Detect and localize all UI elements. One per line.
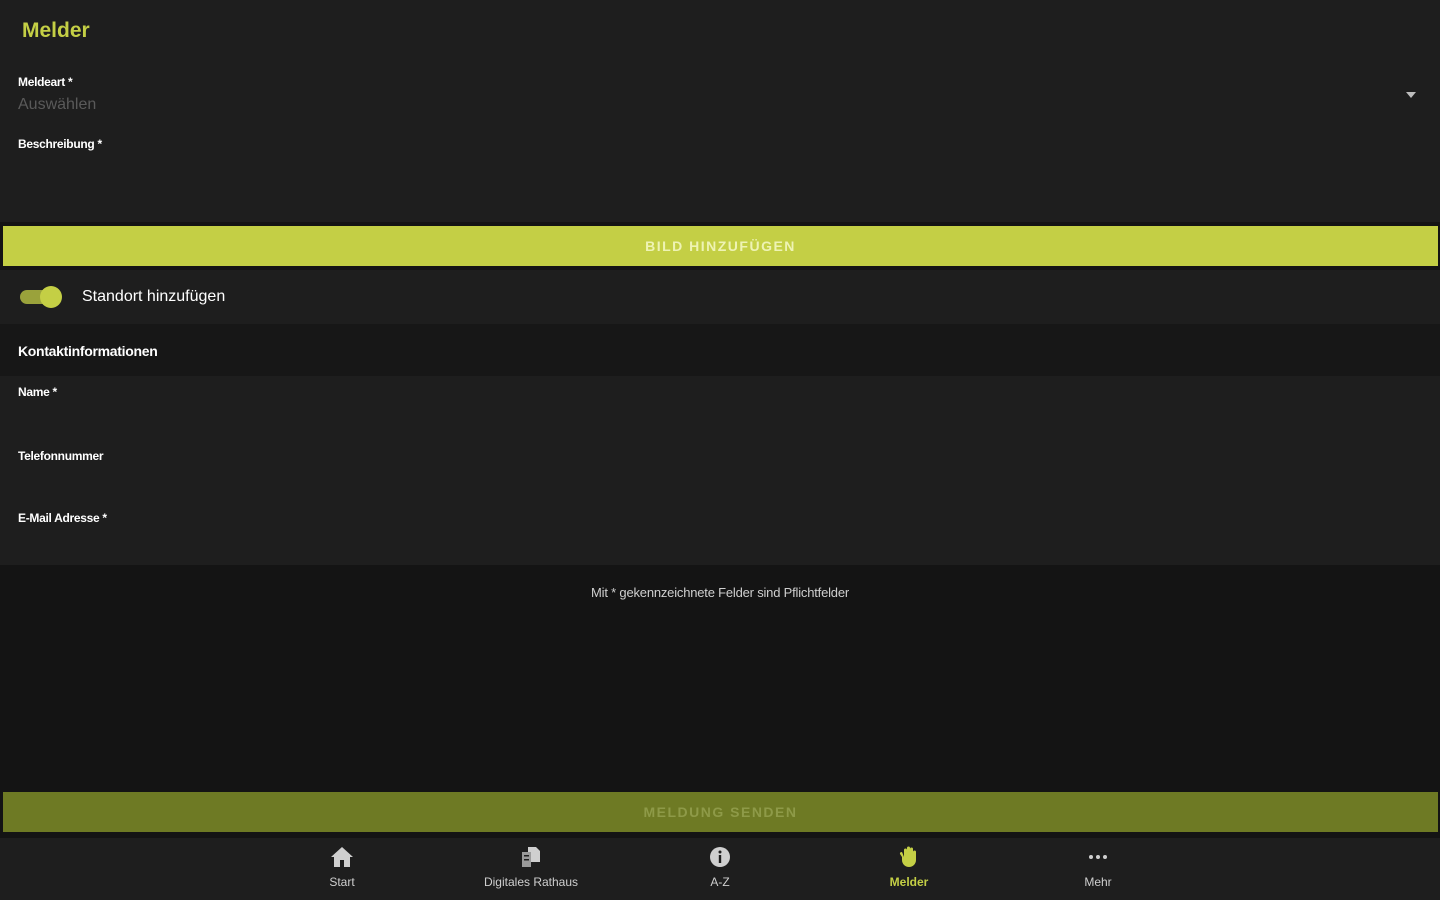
phone-label: Telefonnummer: [18, 449, 104, 463]
meldeart-label: Meldeart *: [18, 75, 73, 89]
email-field[interactable]: [18, 528, 1418, 560]
nav-label-melder: Melder: [889, 875, 929, 889]
page-title: Melder: [22, 19, 90, 42]
toggle-knob: [40, 286, 62, 308]
home-icon: [330, 845, 354, 869]
name-field[interactable]: [18, 402, 1418, 438]
info-icon: [708, 845, 732, 869]
name-label: Name *: [18, 385, 57, 399]
nav-label-a-z: A-Z: [710, 875, 730, 889]
send-report-button[interactable]: MELDUNG SENDEN: [3, 792, 1438, 832]
nav-item-mehr[interactable]: Mehr: [1028, 845, 1168, 895]
location-toggle[interactable]: [20, 286, 62, 308]
nav-item-a-z[interactable]: A-Z: [650, 845, 790, 895]
location-toggle-label: Standort hinzufügen: [82, 288, 226, 305]
required-fields-note: Mit * gekennzeichnete Felder sind Pflich…: [591, 585, 849, 600]
email-label: E-Mail Adresse *: [18, 511, 107, 525]
nav-item-digitales-rathaus[interactable]: Digitales Rathaus: [461, 845, 601, 895]
contact-section-header: [0, 324, 1440, 376]
beschreibung-label: Beschreibung *: [18, 137, 102, 151]
chevron-down-icon[interactable]: [1406, 92, 1416, 98]
contact-section-title: Kontaktinformationen: [18, 343, 158, 359]
nav-label-digitales-rathaus: Digitales Rathaus: [483, 875, 579, 889]
nav-item-start[interactable]: Start: [272, 845, 412, 895]
add-image-button[interactable]: BILD HINZUFÜGEN: [3, 226, 1438, 266]
nav-label-mehr: Mehr: [1084, 875, 1112, 889]
app-header: [0, 0, 1440, 64]
phone-field[interactable]: [18, 466, 1418, 502]
beschreibung-field[interactable]: [18, 156, 1418, 216]
nav-item-melder[interactable]: Melder: [839, 845, 979, 895]
nav-label-start: Start: [329, 875, 355, 889]
hand-icon: [897, 845, 921, 869]
meldeart-select[interactable]: Auswählen: [18, 96, 96, 114]
documents-icon: [519, 845, 543, 869]
more-icon: [1086, 845, 1110, 869]
